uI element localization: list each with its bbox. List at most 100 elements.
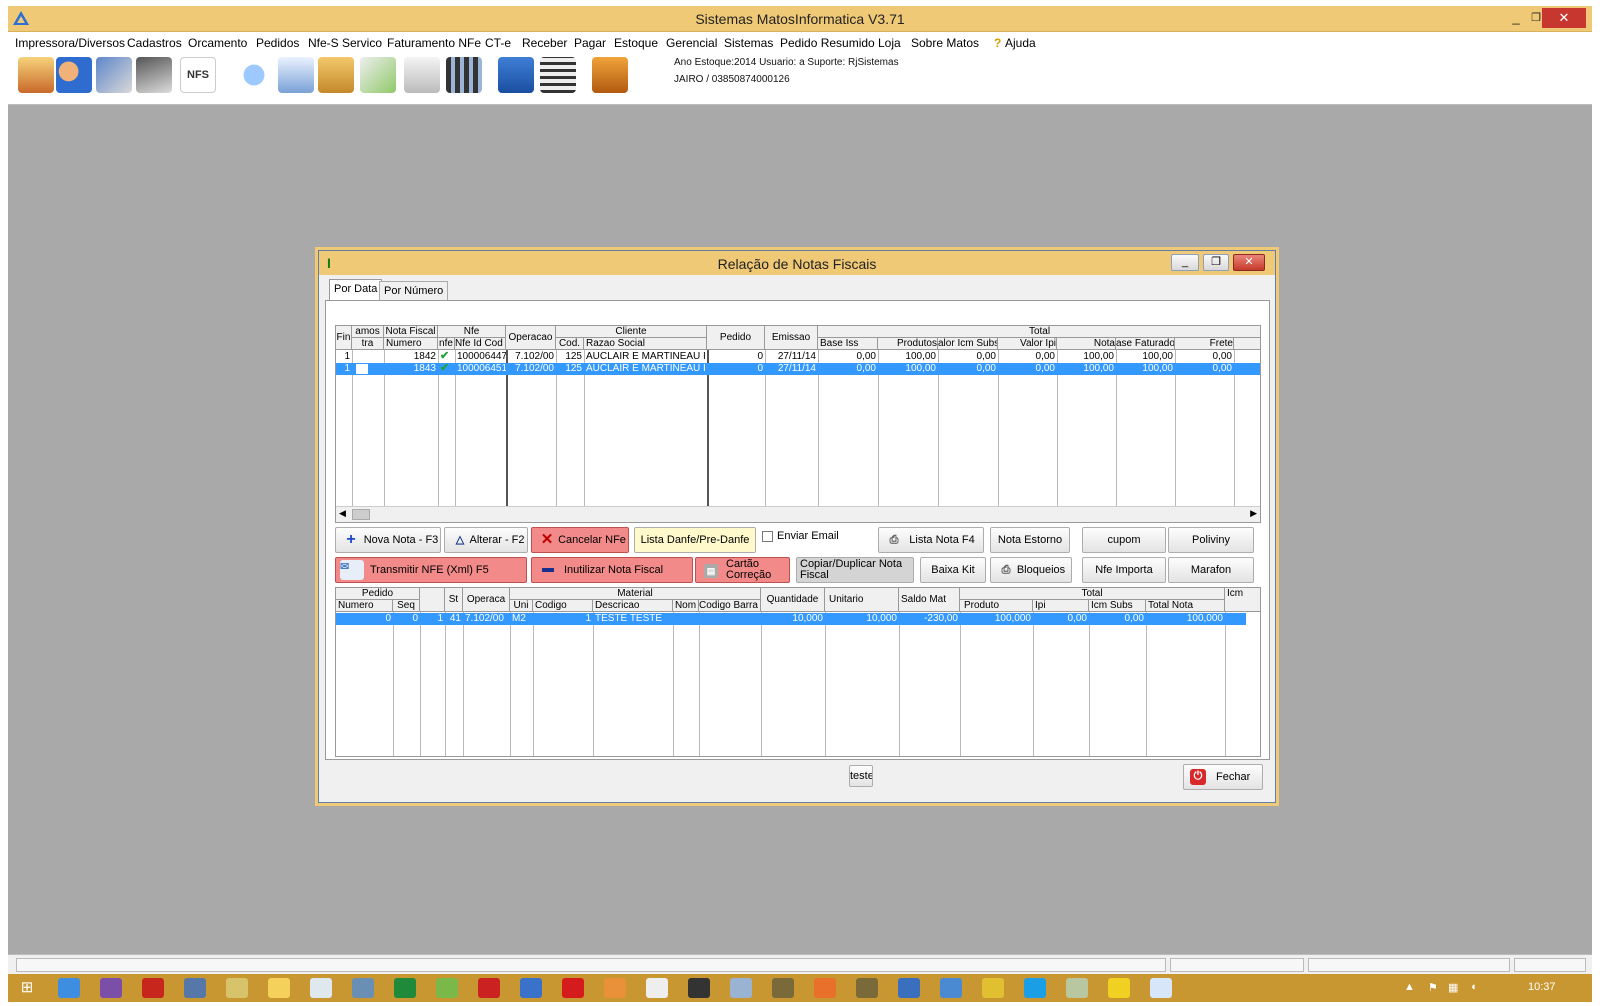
app-icon[interactable] [310,978,332,998]
users-icon[interactable] [56,57,92,93]
firefox-icon[interactable] [814,978,836,998]
fechar-button[interactable]: ⏻ Fechar [1183,764,1263,790]
taskbar-clock[interactable]: 10:37 [1528,981,1556,993]
package-icon[interactable] [318,57,354,93]
scroll-right-icon[interactable]: ▶ [1250,508,1257,519]
lista-nota-button[interactable]: ⎙ Lista Nota F4 [878,527,984,553]
tab-por-numero[interactable]: Por Número [379,281,449,301]
truck-icon[interactable] [96,57,132,93]
col-codigo-barra[interactable]: Codigo Barra [699,600,761,612]
minimize-button[interactable]: _ [1506,8,1526,28]
columns-icon[interactable] [446,57,482,93]
itens-grid[interactable]: Pedido Numero Seq St Operaca Material Un… [335,587,1261,757]
scroll-left-icon[interactable]: ◀ [339,508,346,519]
menu-pedido-resumido[interactable]: Pedido Resumido [780,36,875,50]
horizontal-scrollbar[interactable]: ◀ ▶ [336,506,1260,522]
menu-gerencial[interactable]: Gerencial [666,36,717,50]
col-nom[interactable]: Nom [673,600,699,612]
cupom-button[interactable]: cupom [1082,527,1166,553]
col-seq[interactable]: Seq [393,600,420,612]
dialog-minimize-button[interactable]: _ [1171,254,1199,271]
menu-impressora[interactable]: Impressora/Diversos [15,36,125,50]
terminal-icon[interactable] [688,978,710,998]
close-button[interactable]: ✕ [1542,8,1586,28]
col-st[interactable]: St [445,588,463,612]
help-question-icon[interactable] [236,57,272,93]
baixa-kit-button[interactable]: Baixa Kit [920,557,986,583]
filezilla-icon[interactable] [142,978,164,998]
app-icon[interactable] [394,978,416,998]
col-base-faturado[interactable]: ase Faturado [1116,338,1175,350]
col-icm[interactable]: Icm [1225,588,1260,612]
app-icon[interactable] [352,978,374,998]
menu-nfe-servico[interactable]: Nfe-S Servico [308,36,382,50]
transmitir-nfe-button[interactable]: ✉ Transmitir NFE (Xml) F5 [335,557,527,583]
item-row-selected[interactable]: 0 0 1 41 7.102/00 M2 1 TESTE TESTE 10,00… [336,613,1246,625]
menu-ajuda[interactable]: Ajuda [1005,36,1036,50]
app-icon[interactable] [940,978,962,998]
document-edit-icon[interactable] [278,57,314,93]
enviar-email-checkbox[interactable] [762,531,773,542]
tray-volume-icon[interactable]: ◖ [1470,981,1477,993]
chrome-icon[interactable] [982,978,1004,998]
col-produto[interactable]: Produto [960,600,1033,612]
tray-flag-icon[interactable]: ⚑ [1428,981,1438,994]
nfs-icon[interactable]: NFS [180,57,216,93]
teste-button[interactable]: teste [849,765,873,787]
col-razao-social[interactable]: Razao Social [584,338,707,350]
col-descricao[interactable]: Descricao [593,600,673,612]
col-nfe-flag[interactable]: nfe [438,338,455,350]
alterar-button[interactable]: △ Alterar - F2 [444,527,528,553]
col-emissao[interactable]: Emissao [765,326,818,350]
nfe-importa-button[interactable]: Nfe Importa [1082,557,1166,583]
visual-studio-icon[interactable] [100,978,122,998]
opera-icon[interactable] [562,978,584,998]
folder-icon[interactable] [268,978,290,998]
dialog-close-button[interactable]: ✕ [1233,254,1265,271]
mail-icon[interactable] [360,57,396,93]
col-operacao[interactable]: Operaca [463,588,510,612]
col-cod[interactable]: Cod. [556,338,584,350]
cartao-correcao-button[interactable]: ▤ Cartão Correção [695,557,790,583]
amostra-checkbox[interactable] [356,364,368,374]
exit-icon[interactable] [592,57,628,93]
acrobat-icon[interactable] [478,978,500,998]
app-icon[interactable] [898,978,920,998]
scroll-thumb[interactable] [352,509,370,520]
col-numero[interactable]: Numero [336,600,393,612]
col-frete[interactable]: Frete [1175,338,1234,350]
nota-row[interactable]: 1 1842 ✔ 100006447 7.102/00 125 AUCLAIR … [336,351,1260,363]
app-icon[interactable] [856,978,878,998]
app-icon[interactable] [604,978,626,998]
col-nota[interactable]: Nota [1057,338,1116,350]
col-unitario[interactable]: Unitario [825,588,899,612]
bloqueios-button[interactable]: ⎙ Bloqueios [990,557,1072,583]
ie-icon[interactable] [58,978,80,998]
save-icon[interactable] [498,57,534,93]
nota-row-selected[interactable]: 1 1843 ✔ 100006451 7.102/00 125 AUCLAIR … [336,363,1260,375]
app-icon[interactable] [772,978,794,998]
nova-nota-button[interactable]: + Nova Nota - F3 [335,527,441,553]
col-numero[interactable]: Numero [384,338,438,350]
menu-cte[interactable]: CT-e [485,36,511,50]
menu-receber[interactable]: Receber [522,36,567,50]
col-saldo-mat[interactable]: Saldo Mat [899,588,960,612]
menu-pagar[interactable]: Pagar [574,36,606,50]
dialog-restore-button[interactable]: ❐ [1203,254,1229,271]
col-fin[interactable]: Fin [336,326,352,350]
menu-pedidos[interactable]: Pedidos [256,36,299,50]
col-codigo[interactable]: Codigo [533,600,593,612]
col-pedido[interactable]: Pedido [707,326,765,350]
col-ipi[interactable]: Ipi [1033,600,1089,612]
checklist-icon[interactable] [404,57,440,93]
menu-loja[interactable]: Loja [878,36,901,50]
col-icm-subs[interactable]: alor Icm Subs [938,338,998,350]
copiar-duplicar-button[interactable]: Copiar/Duplicar Nota Fiscal [796,557,914,583]
tray-network-icon[interactable]: ▦ [1448,981,1458,994]
inutilizar-button[interactable]: Inutilizar Nota Fiscal [531,557,693,583]
cancelar-nfe-button[interactable]: ✕ Cancelar NFe [531,527,629,553]
start-windows-icon[interactable]: ⊞ [16,978,38,998]
matos-app-icon[interactable] [1150,978,1172,998]
menu-orcamento[interactable]: Orcamento [188,36,247,50]
notas-grid[interactable]: Fin amos tra Nota Fiscal Numero Nfe nfe … [335,325,1261,523]
